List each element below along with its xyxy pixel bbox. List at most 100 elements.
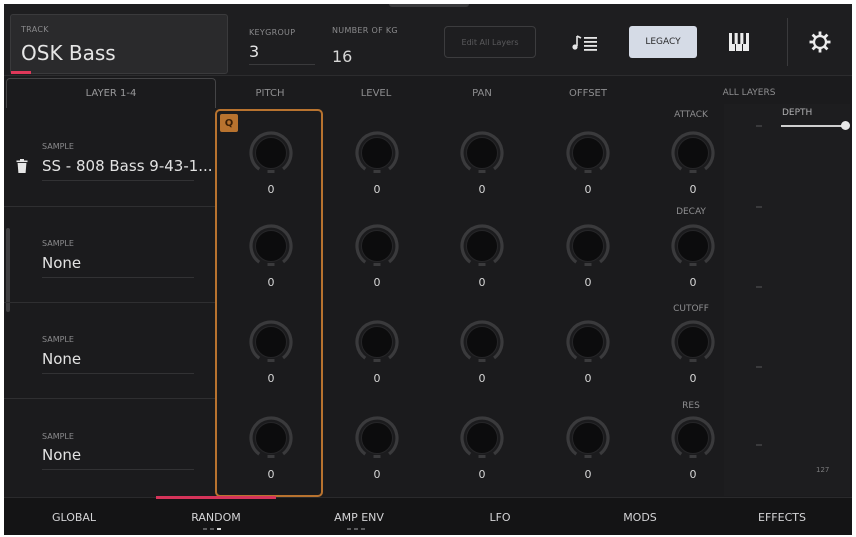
sample-label: SAMPLE [42,335,74,344]
quantize-badge[interactable]: Q [220,114,238,132]
amp-env-page-dots [347,528,365,531]
knob-dial-icon [355,320,399,364]
level-value: 0 [373,468,381,481]
edit-all-layers-button[interactable]: Edit All Layers [444,26,536,58]
number-of-kg-field[interactable]: 16 [332,47,352,66]
cutoff-value: 0 [689,372,697,385]
knob-dial-icon [355,131,399,175]
layer-scrollbar[interactable] [6,228,10,312]
attack-label: ATTACK [674,110,708,120]
offset-value: 0 [584,372,592,385]
layer-range-tab[interactable]: LAYER 1-4 [6,78,216,108]
attack-knob[interactable] [671,131,715,175]
note-list-button[interactable] [567,30,603,56]
track-label: TRACK [21,25,49,34]
row-separator [4,206,216,207]
knob-dial-icon [460,416,504,460]
tab-lfo[interactable]: LFO [440,498,560,535]
pitch-knob[interactable] [249,416,293,460]
level-value: 0 [373,276,381,289]
all-layers-header: ALL LAYERS [722,88,776,98]
pitch-value: 0 [267,183,275,196]
sample-underline [42,469,194,470]
top-notch [389,4,469,7]
knob-dial-icon [460,224,504,268]
res-knob[interactable] [671,416,715,460]
pitch-value: 0 [267,276,275,289]
sample-name-field[interactable]: None [42,446,81,464]
tab-global[interactable]: GLOBAL [14,498,134,535]
pan-value: 0 [478,372,486,385]
depth-slider-track[interactable] [781,125,845,127]
offset-knob[interactable] [566,224,610,268]
decay-value: 0 [689,276,697,289]
envelope-tick [756,286,762,288]
depth-max-label: 127 [816,466,830,474]
decay-knob[interactable] [671,224,715,268]
envelope-tick [756,444,762,446]
track-selector[interactable]: TRACK OSK Bass [10,14,228,74]
knob-dial-icon [249,224,293,268]
knob-dial-icon [249,320,293,364]
knob-dial-icon [671,224,715,268]
keygroup-label: KEYGROUP [249,28,296,37]
level-value: 0 [373,183,381,196]
pan-knob[interactable] [460,131,504,175]
knob-dial-icon [460,131,504,175]
tab-mods[interactable]: MODS [580,498,700,535]
knob-dial-icon [249,131,293,175]
pitch-knob[interactable] [249,320,293,364]
row-separator [4,398,216,399]
envelope-tick [756,125,762,127]
level-knob[interactable] [355,131,399,175]
number-of-kg-label: NUMBER OF KG [332,26,398,35]
decay-label: DECAY [676,207,706,217]
keygroup-underline [249,64,315,65]
pitch-value: 0 [267,372,275,385]
pan-knob[interactable] [460,416,504,460]
pitch-knob[interactable] [249,131,293,175]
piano-keys-icon [729,33,749,51]
keygroup-field[interactable]: 3 [249,42,259,61]
sample-name-field[interactable]: SS - 808 Bass 9-43-1... [42,157,213,175]
offset-column-header: OFFSET [569,88,607,99]
row-separator [4,302,216,303]
offset-knob[interactable] [566,131,610,175]
level-knob[interactable] [355,224,399,268]
sample-name-field[interactable]: None [42,254,81,272]
offset-knob[interactable] [566,416,610,460]
settings-button[interactable] [806,28,834,56]
gear-icon [809,31,831,53]
offset-knob[interactable] [566,320,610,364]
pitch-value: 0 [267,468,275,481]
knob-dial-icon [566,320,610,364]
level-knob[interactable] [355,416,399,460]
knob-dial-icon [355,224,399,268]
sample-label: SAMPLE [42,142,74,151]
tab-effects[interactable]: EFFECTS [722,498,842,535]
all-layers-panel [724,104,850,496]
bottom-nav: GLOBAL RANDOM AMP ENV LFO MODS EFFECTS [4,496,852,535]
pitch-knob[interactable] [249,224,293,268]
legacy-button[interactable]: LEGACY [629,26,697,58]
knob-dial-icon [249,416,293,460]
pitch-column-header: PITCH [255,88,285,99]
sample-underline [42,277,194,278]
sample-name-field[interactable]: None [42,350,81,368]
offset-value: 0 [584,468,592,481]
knob-dial-icon [671,416,715,460]
cutoff-label: CUTOFF [673,304,709,314]
pan-value: 0 [478,183,486,196]
pan-knob[interactable] [460,224,504,268]
res-label: RES [682,401,700,411]
piano-button[interactable] [726,28,752,56]
envelope-tick [756,366,762,368]
pan-knob[interactable] [460,320,504,364]
level-knob[interactable] [355,320,399,364]
note-list-icon [572,35,597,51]
cutoff-knob[interactable] [671,320,715,364]
sample-underline [42,180,194,181]
track-name: OSK Bass [21,41,116,65]
trash-icon[interactable] [16,159,28,173]
depth-slider-handle[interactable] [840,121,850,130]
